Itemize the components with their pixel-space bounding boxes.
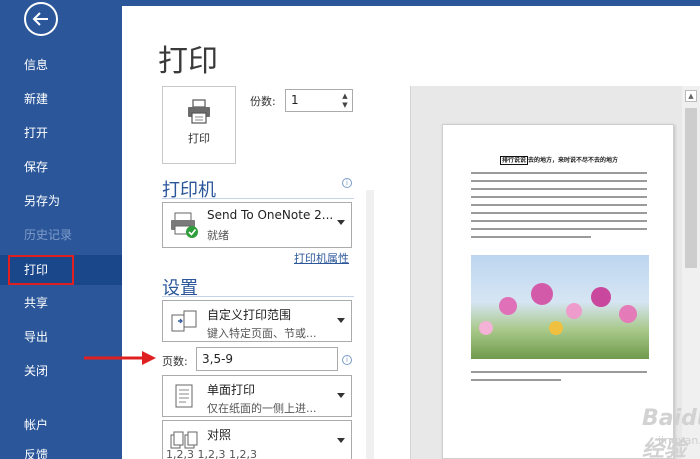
collate-title: 对照 xyxy=(207,428,232,442)
printer-name: Send To OneNote 2... xyxy=(207,208,334,222)
backstage-sidebar: 信息 新建 打开 保存 另存为 历史记录 打印 共享 导出 关闭 帐户 反馈 xyxy=(0,0,122,459)
red-arrow-annotation xyxy=(84,351,156,365)
print-range-title: 自定义打印范围 xyxy=(207,308,292,322)
spin-down-icon[interactable]: ▼ xyxy=(340,101,350,110)
printer-ready-icon xyxy=(171,212,198,238)
chevron-down-icon xyxy=(337,393,345,398)
settings-section-divider xyxy=(162,296,354,297)
printer-dropdown[interactable]: Send To OneNote 2... 就绪 xyxy=(162,202,352,248)
spin-up-icon[interactable]: ▲ xyxy=(340,92,350,101)
preview-text-line xyxy=(471,172,647,174)
print-range-dropdown[interactable]: 自定义打印范围 键入特定页面、节或... xyxy=(162,300,352,342)
sidebar-item-account[interactable]: 帐户 xyxy=(0,410,122,440)
watermark-url: jingyan.baidu.com xyxy=(658,434,700,447)
chevron-down-icon xyxy=(337,318,345,323)
pages-input[interactable] xyxy=(196,347,338,371)
scroll-thumb[interactable] xyxy=(685,108,697,268)
preview-text-line xyxy=(471,204,647,206)
preview-page: 排行说说 去的地方，来时说不尽不去的地方 xyxy=(442,124,674,459)
settings-scrollbar[interactable] xyxy=(366,190,374,459)
print-button-label: 打印 xyxy=(188,132,210,145)
sidebar-item-save-as[interactable]: 另存为 xyxy=(0,186,122,216)
preview-headline: 排行说说 去的地方，来时说不尽不去的地方 xyxy=(443,155,675,165)
chevron-down-icon xyxy=(337,220,345,225)
sidebar-item-new[interactable]: 新建 xyxy=(0,84,122,114)
watermark-logo: Baidu 经验 xyxy=(642,406,700,459)
printer-icon xyxy=(188,99,210,124)
preview-scrollbar[interactable]: ▲ xyxy=(682,86,700,459)
printer-info-icon[interactable]: i xyxy=(342,178,352,188)
page-range-icon xyxy=(171,310,197,332)
pages-label: 页数: xyxy=(162,355,188,368)
preview-headline-rest: 去的地方，来时说不尽不去的地方 xyxy=(528,157,619,164)
chevron-down-icon xyxy=(337,438,345,443)
print-range-description: 键入特定页面、节或... xyxy=(207,327,317,340)
copies-label: 份数: xyxy=(250,95,276,108)
preview-text-line xyxy=(471,212,647,214)
collate-order: 1,2,3 1,2,3 1,2,3 xyxy=(166,448,257,459)
preview-text-line xyxy=(471,188,647,190)
print-highlight-annotation xyxy=(8,255,74,285)
preview-text-line xyxy=(471,196,647,198)
copies-stepper[interactable]: 1 ▲ ▼ xyxy=(285,89,353,112)
preview-flower-photo xyxy=(471,255,649,359)
preview-text-line xyxy=(471,371,647,373)
sidebar-item-share[interactable]: 共享 xyxy=(0,288,122,318)
copies-value: 1 xyxy=(291,93,299,107)
printer-section-divider xyxy=(162,198,354,199)
sidebar-item-info[interactable]: 信息 xyxy=(0,50,122,80)
sidebar-item-history: 历史记录 xyxy=(24,228,73,242)
page-title: 打印 xyxy=(158,44,218,79)
scroll-up-icon[interactable]: ▲ xyxy=(685,90,697,102)
sidebar-item-open[interactable]: 打开 xyxy=(0,118,122,148)
sidebar-item-feedback[interactable]: 反馈 xyxy=(0,440,122,459)
single-sided-icon xyxy=(175,384,193,408)
back-arrow-icon xyxy=(32,12,48,26)
print-sides-title: 单面打印 xyxy=(207,383,256,397)
preview-text-line xyxy=(471,236,591,238)
preview-text-line xyxy=(471,180,647,182)
sidebar-item-export[interactable]: 导出 xyxy=(0,322,122,352)
print-panel: 打印 打印 份数: 1 ▲ ▼ 打印机 i Send To OneNote 2.… xyxy=(84,6,700,459)
preview-headline-selected: 排行说说 xyxy=(499,156,528,165)
preview-text-line xyxy=(471,220,647,222)
print-backstage-view: 信息 新建 打开 保存 另存为 历史记录 打印 共享 导出 关闭 帐户 反馈 打… xyxy=(0,0,700,459)
preview-text-line xyxy=(471,379,561,381)
preview-text-line xyxy=(471,228,647,230)
printer-status: 就绪 xyxy=(207,229,229,242)
pages-info-icon[interactable]: i xyxy=(342,355,352,365)
print-sides-dropdown[interactable]: 单面打印 仅在纸面的一侧上进... xyxy=(162,375,352,417)
print-button[interactable]: 打印 xyxy=(162,86,236,164)
printer-properties-link[interactable]: 打印机属性 xyxy=(294,250,349,266)
print-sides-description: 仅在纸面的一侧上进... xyxy=(207,402,317,415)
sidebar-item-save[interactable]: 保存 xyxy=(0,152,122,182)
back-button[interactable] xyxy=(24,2,58,36)
